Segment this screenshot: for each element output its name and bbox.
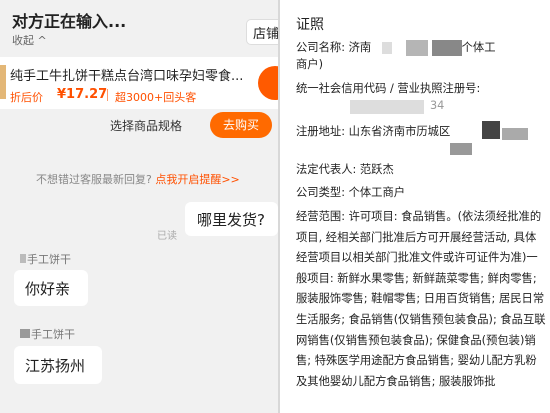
- legal-representative: 法定代表人: 范跃杰: [296, 163, 394, 176]
- enable-reminder-link[interactable]: 点我开启提醒>>: [155, 173, 239, 186]
- read-status: 已读: [157, 231, 177, 242]
- product-card[interactable]: 纯手工牛扎饼干糕点台湾口味孕妇零食... 折后价 ¥17.27 超3000+回头…: [0, 57, 278, 109]
- redacted-mark: [20, 329, 30, 338]
- redaction: [502, 128, 528, 140]
- shop-button[interactable]: 店铺: [246, 19, 278, 45]
- license-panel: 证照 公司名称: 济南 (个体工 商户) 统一社会信用代码 / 营业执照注册号: …: [278, 0, 550, 413]
- redaction: [406, 40, 428, 56]
- select-spec-link[interactable]: 选择商品规格: [110, 117, 182, 134]
- company-type: 公司类型: 个体工商户: [296, 186, 406, 199]
- collapse-toggle[interactable]: 收起 ^: [12, 32, 47, 48]
- company-name-line2: 商户): [296, 58, 324, 71]
- credit-code-label: 统一社会信用代码 / 营业执照注册号:: [296, 82, 481, 95]
- registered-address: 注册地址: 山东省济南市历城区: [296, 125, 451, 138]
- redaction: [450, 143, 472, 155]
- message-bubble-incoming: 你好亲: [14, 270, 88, 306]
- notification-tip: 不想错过客服最新回复? 点我开启提醒>>: [36, 171, 240, 187]
- redaction: [482, 121, 500, 139]
- redaction: [382, 42, 392, 54]
- business-scope: 经营范围: 许可项目: 食品销售。(依法须经批准的项目, 经相关部门批准后方可开…: [296, 210, 546, 388]
- redacted-mark: [20, 254, 26, 263]
- repeat-customers-badge: 超3000+回头客: [115, 91, 197, 104]
- chat-status-title: 对方正在输入...: [12, 12, 127, 31]
- sender-name: 手工饼干: [20, 251, 71, 267]
- buy-button[interactable]: 去购买: [210, 112, 272, 138]
- message-bubble-outgoing: 哪里发货?: [185, 202, 278, 236]
- redaction: [350, 100, 424, 114]
- company-name: 公司名称: 济南 (个体工: [296, 41, 496, 54]
- sender-name: 手工饼干: [20, 326, 75, 342]
- price-label: 折后价: [10, 91, 43, 104]
- credit-code-partial: 34: [430, 99, 445, 112]
- product-thumbnail: [0, 65, 6, 99]
- message-bubble-incoming: 江苏扬州: [14, 346, 102, 384]
- license-title: 证照: [296, 17, 324, 33]
- product-name: 纯手工牛扎饼干糕点台湾口味孕妇零食...: [10, 69, 244, 84]
- redaction: [432, 40, 462, 56]
- divider: [107, 89, 108, 101]
- chat-panel: 对方正在输入... 收起 ^ 店铺 纯手工牛扎饼干糕点台湾口味孕妇零食... 折…: [0, 0, 278, 413]
- price-value: ¥17.27: [57, 87, 108, 102]
- tip-text: 不想错过客服最新回复?: [36, 173, 152, 186]
